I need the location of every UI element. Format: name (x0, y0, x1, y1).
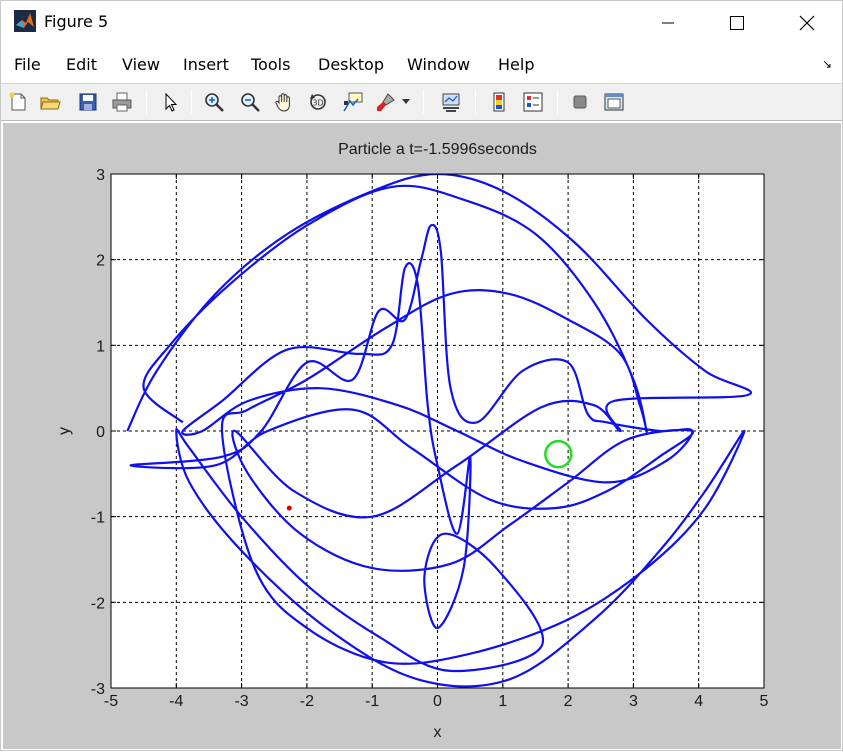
x-tick-label: 4 (694, 693, 703, 710)
plot-svg: -5 -4 -3 -2 -1 0 1 2 3 4 5 3 2 1 0 -1 -2 -3 x y (56, 167, 769, 741)
y-tick-label: -1 (91, 510, 105, 527)
x-tick-label: -1 (365, 693, 379, 710)
x-tick-label: -2 (300, 693, 314, 710)
x-tick-label: 3 (629, 693, 638, 710)
x-tick-label: -4 (169, 693, 183, 710)
x-tick-label: 0 (433, 693, 442, 710)
figure-window: Figure 5 File Edit View Insert Tools Des… (0, 0, 843, 751)
y-tick-label: 3 (96, 167, 105, 184)
x-tick-label: -3 (234, 693, 248, 710)
x-tick-label: 2 (564, 693, 573, 710)
y-tick-label: 2 (96, 253, 105, 270)
x-axis-label: x (434, 724, 442, 741)
x-tick-label: -5 (104, 693, 118, 710)
y-tick-label: -3 (91, 681, 105, 698)
particle-dot (286, 505, 292, 511)
y-tick-label: 1 (96, 338, 105, 355)
x-tick-label: 5 (760, 693, 769, 710)
y-tick-label: -2 (91, 595, 105, 612)
y-tick-label: 0 (96, 424, 105, 441)
x-tick-label: 1 (498, 693, 507, 710)
y-axis-label: y (56, 427, 73, 435)
